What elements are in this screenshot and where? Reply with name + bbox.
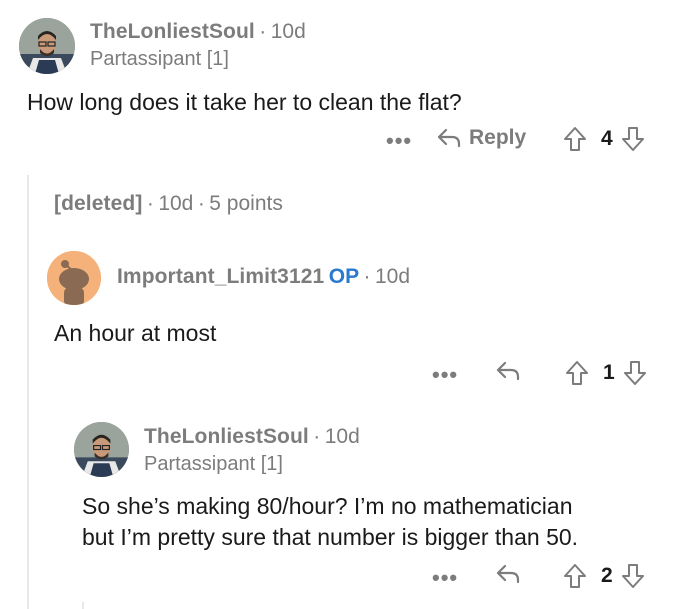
vote-score: 1 (603, 361, 615, 384)
downvote-icon[interactable] (621, 563, 645, 589)
vote-score: 4 (601, 127, 613, 150)
avatar[interactable] (19, 18, 75, 74)
reply-icon (495, 563, 521, 585)
username: [deleted] (54, 192, 143, 215)
vote-controls: 1 (565, 360, 647, 386)
separator-dot: · (259, 20, 267, 43)
thread-line-level2[interactable] (82, 602, 84, 609)
comment-body: An hour at most (54, 320, 217, 346)
reply-button[interactable] (495, 563, 521, 585)
thread-line-level1[interactable] (27, 175, 29, 609)
more-button[interactable]: ••• (432, 362, 458, 388)
avatar-photo-icon (74, 422, 129, 477)
reply-icon (436, 127, 462, 149)
op-badge: OP (328, 265, 360, 288)
vote-controls: 4 (563, 126, 645, 152)
username[interactable]: TheLonliestSoul (90, 20, 255, 43)
vote-controls: 2 (563, 563, 645, 589)
user-flair: Partassipant [1] (144, 453, 283, 475)
comment-body: How long does it take her to clean the f… (27, 89, 462, 115)
avatar-photo-icon (19, 18, 75, 74)
comment-age: 10d (158, 192, 194, 215)
more-icon: ••• (432, 565, 459, 590)
reply-button[interactable] (495, 360, 521, 382)
downvote-icon[interactable] (623, 360, 647, 386)
vote-score: 2 (601, 564, 613, 587)
reply-label: Reply (469, 126, 527, 149)
separator-dot: · (146, 192, 154, 215)
upvote-icon[interactable] (565, 360, 589, 386)
more-icon: ••• (386, 128, 413, 153)
deleted-comment-header[interactable]: [deleted] · 10d · 5 points (54, 192, 283, 216)
username[interactable]: Important_Limit3121 (117, 265, 324, 288)
comment-header: TheLonliestSoul · 10d (90, 20, 306, 44)
comment-age: 10d (375, 265, 411, 288)
upvote-icon[interactable] (563, 563, 587, 589)
downvote-icon[interactable] (621, 126, 645, 152)
comment-header: TheLonliestSoul · 10d (144, 425, 360, 449)
user-flair: Partassipant [1] (90, 48, 229, 70)
upvote-icon[interactable] (563, 126, 587, 152)
reply-icon (495, 360, 521, 382)
snoo-avatar-icon (47, 251, 101, 305)
avatar[interactable] (47, 251, 101, 305)
comment-age: 10d (270, 20, 306, 43)
more-button[interactable]: ••• (432, 565, 458, 591)
comment-age: 10d (324, 425, 360, 448)
reply-button[interactable]: Reply (436, 126, 526, 150)
separator-dot: · (197, 192, 205, 215)
comment-header: Important_Limit3121 OP · 10d (117, 265, 410, 289)
comment-points: 5 points (209, 192, 283, 215)
comment-body-line: So she’s making 80/hour? I’m no mathemat… (82, 493, 573, 519)
more-icon: ••• (432, 362, 459, 387)
more-button[interactable]: ••• (386, 128, 412, 154)
comment-body-line: but I’m pretty sure that number is bigge… (82, 524, 579, 550)
avatar[interactable] (74, 422, 129, 477)
separator-dot: · (313, 425, 321, 448)
username[interactable]: TheLonliestSoul (144, 425, 309, 448)
separator-dot: · (363, 265, 371, 288)
